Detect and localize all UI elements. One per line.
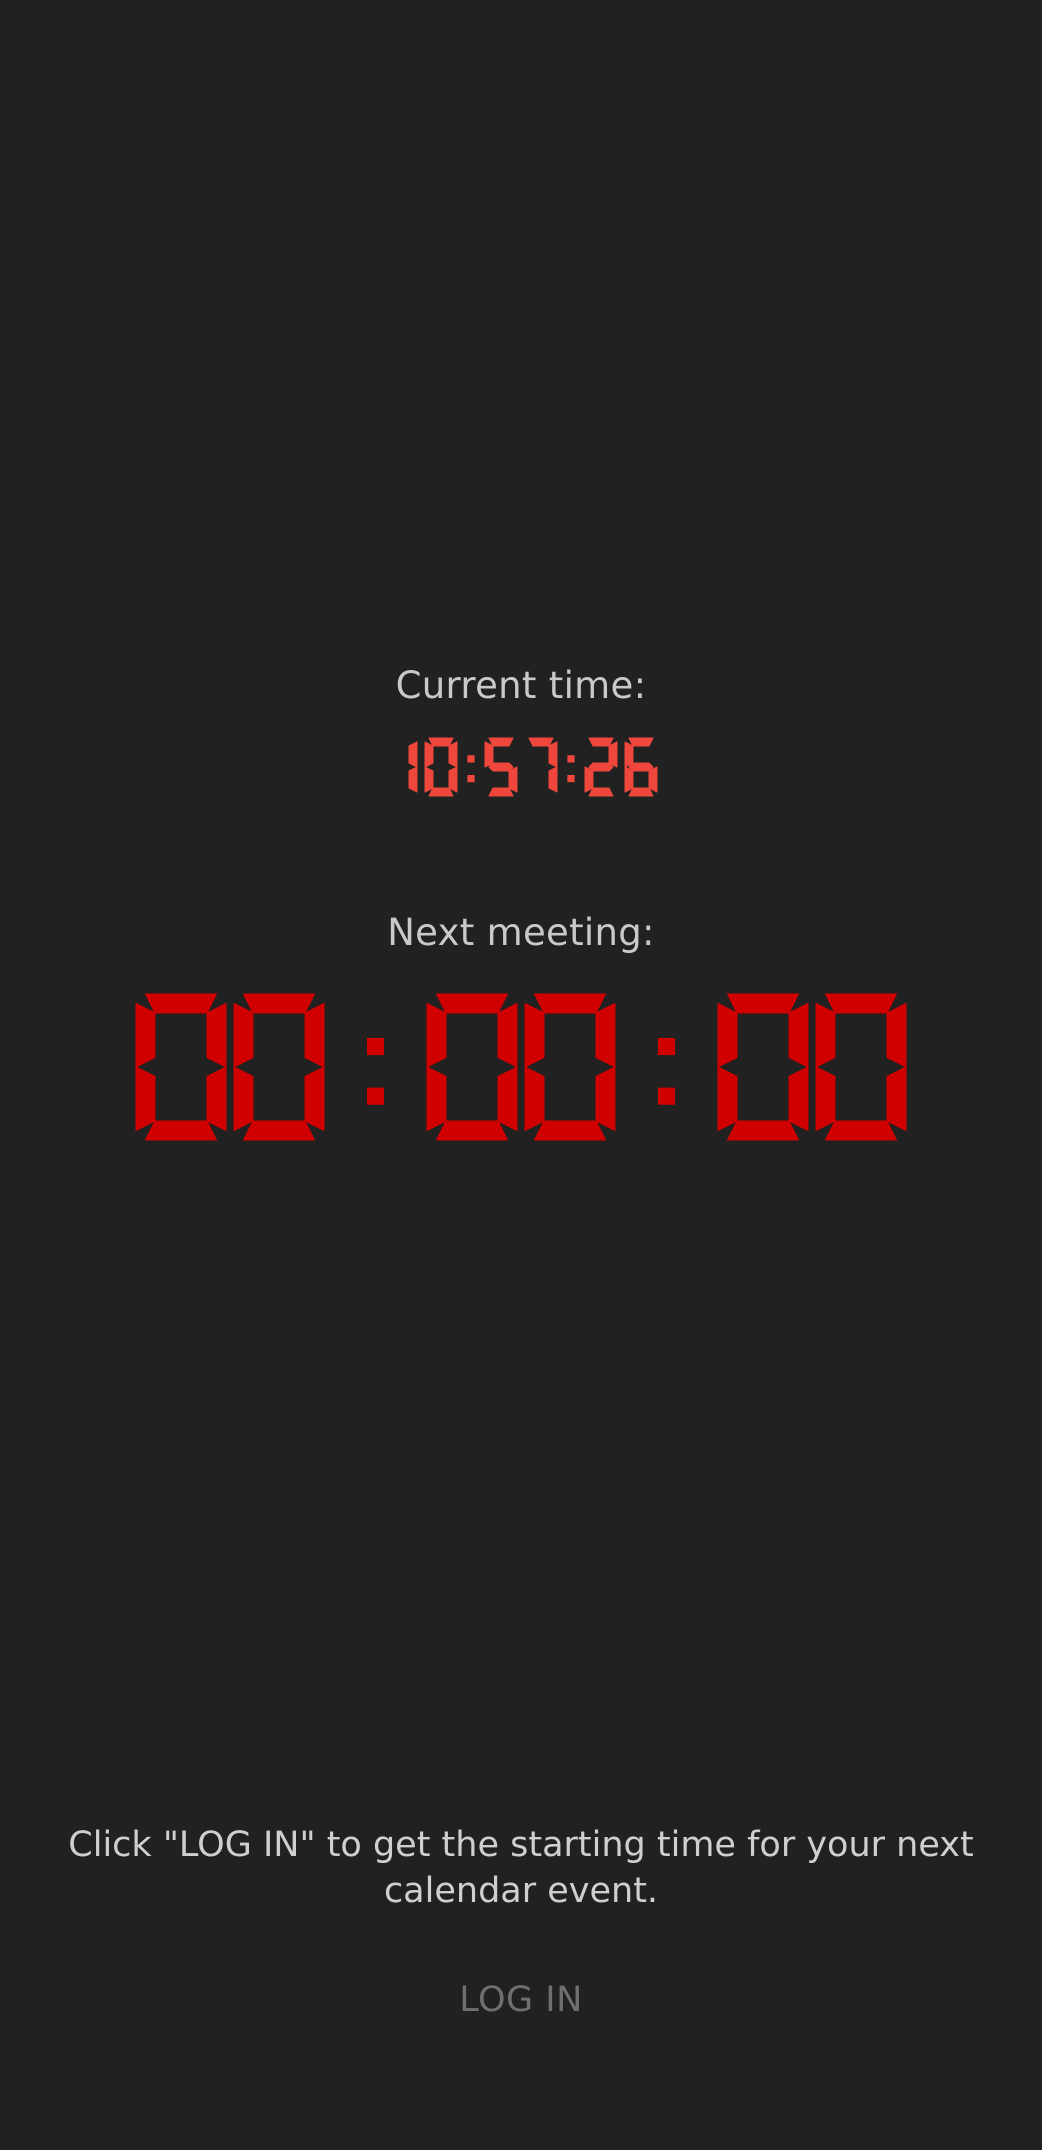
clock-segment: [648, 766, 658, 793]
countdown-segment: [135, 1003, 156, 1068]
clock-segment: [548, 766, 558, 793]
countdown-segment: [595, 1066, 616, 1131]
countdown-colon-dot: [366, 1087, 385, 1105]
countdown-segment: [233, 1066, 254, 1131]
login-button[interactable]: LOG IN: [421, 1970, 621, 2030]
countdown-segment: [436, 1120, 508, 1141]
clock-segment: [608, 741, 618, 768]
current-time-digits: [408, 737, 658, 797]
current-time-label: Current time:: [395, 664, 647, 707]
clock-digit: [424, 737, 458, 797]
clock-segment: [448, 766, 458, 793]
countdown-segment: [595, 1003, 616, 1068]
clock-segment: [408, 766, 418, 793]
clock-segment: [408, 741, 418, 768]
login-hint-text: Click "LOG IN" to get the starting time …: [68, 1825, 974, 1911]
clock-digit: [584, 737, 618, 797]
clock-segment: [624, 741, 634, 768]
clock-colon-dot: [467, 755, 475, 763]
clock-segment: [484, 741, 494, 768]
countdown-colon-dot: [657, 1087, 676, 1105]
clock-segment: [548, 741, 558, 768]
clock-segment: [488, 787, 514, 797]
next-meeting-countdown: [0, 993, 1042, 1144]
countdown-segment: [788, 1003, 809, 1068]
clock-segment: [584, 766, 594, 793]
countdown-segment: [524, 1003, 545, 1068]
clock-segment: [624, 766, 634, 793]
countdown-segment: [304, 1003, 325, 1068]
countdown-segment: [426, 1003, 447, 1068]
countdown-segment: [717, 1066, 738, 1131]
countdown-segment: [825, 993, 897, 1014]
clock-segment: [424, 741, 434, 768]
countdown-segment: [206, 1066, 227, 1131]
clock-segment: [428, 787, 454, 797]
countdown-segment: [206, 1003, 227, 1068]
clock-segment: [508, 766, 518, 793]
countdown-segment: [886, 1066, 907, 1131]
clock-segment: [588, 787, 614, 797]
clock-digit: [408, 741, 418, 793]
countdown-segment: [145, 993, 217, 1014]
clock-digit: [624, 737, 658, 797]
next-meeting-label: Next meeting:: [387, 911, 655, 954]
countdown-segment: [717, 1003, 738, 1068]
clock-segment: [488, 762, 514, 772]
countdown-segment: [497, 1066, 518, 1131]
countdown-colon-dot: [366, 1038, 385, 1056]
countdown-segment: [886, 1003, 907, 1068]
clock-colon-dot: [467, 775, 475, 783]
countdown-digit: [815, 993, 907, 1141]
countdown-digit: [135, 993, 227, 1141]
clock-segment: [628, 762, 654, 772]
countdown-segment: [788, 1066, 809, 1131]
countdown-segment: [534, 993, 606, 1014]
clock-segment: [448, 741, 458, 768]
countdown-segment: [524, 1066, 545, 1131]
countdown-segment: [243, 993, 315, 1014]
countdown-segment: [304, 1066, 325, 1131]
clock-segment: [588, 737, 614, 747]
countdown-segment: [815, 1066, 836, 1131]
countdown-digit: [233, 993, 325, 1141]
app-screen: Current time: Next meeting: Click "LOG I…: [0, 0, 1042, 2150]
clock-segment: [628, 737, 654, 747]
clock-segment: [428, 737, 454, 747]
countdown-segment: [815, 1003, 836, 1068]
clock-segment: [628, 787, 654, 797]
clock-segment: [528, 737, 554, 747]
countdown-digit: [426, 993, 518, 1141]
current-time-display: [0, 737, 1042, 800]
countdown-segment: [727, 1120, 799, 1141]
countdown-segment: [534, 1120, 606, 1141]
countdown-digit: [524, 993, 616, 1141]
clock-colon-dot: [567, 755, 575, 763]
countdown-segment: [145, 1120, 217, 1141]
clock-colon-dot: [567, 775, 575, 783]
countdown-segment: [497, 1003, 518, 1068]
countdown-segment: [426, 1066, 447, 1131]
countdown-colon-dot: [657, 1038, 676, 1056]
clock-digit: [484, 737, 518, 797]
clock-segment: [588, 762, 614, 772]
clock-segment: [424, 766, 434, 793]
clock-digit: [528, 737, 558, 793]
countdown-segment: [135, 1066, 156, 1131]
countdown-segment: [825, 1120, 897, 1141]
countdown-segment: [233, 1003, 254, 1068]
countdown-segment: [727, 993, 799, 1014]
countdown-segment: [436, 993, 508, 1014]
countdown-segment: [243, 1120, 315, 1141]
countdown-digits: [135, 993, 907, 1141]
clock-segment: [488, 737, 514, 747]
countdown-digit: [717, 993, 809, 1141]
